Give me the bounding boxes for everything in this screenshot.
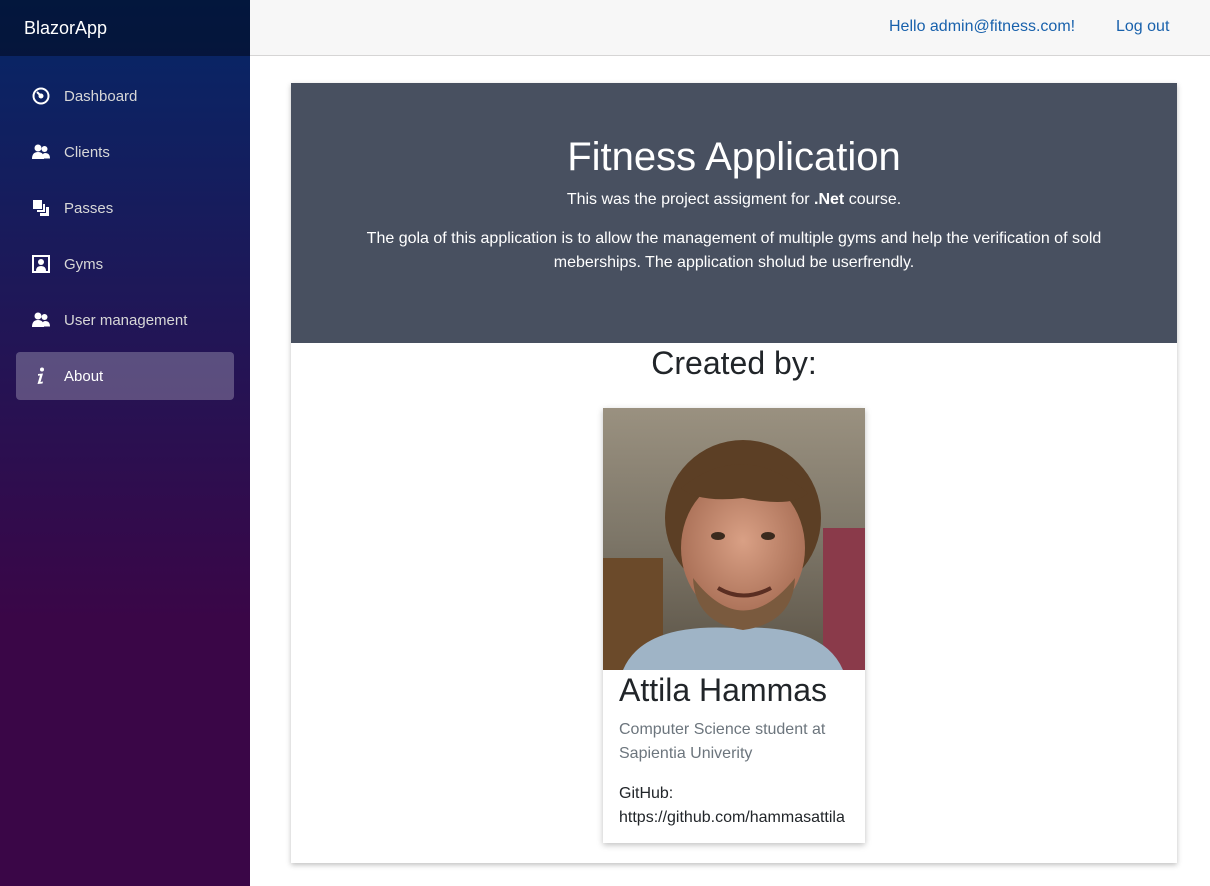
nav-item-about[interactable]: About <box>16 352 234 400</box>
logout-link[interactable]: Log out <box>1116 18 1169 36</box>
hero-description: This was the project assigment for .Net … <box>291 191 1177 209</box>
person-name: Attila Hammas <box>619 672 828 708</box>
hero-line1-post: course. <box>844 191 902 208</box>
nav-item-label: Passes <box>64 199 114 217</box>
person-subtitle: Computer Science student at Sapientia Un… <box>619 721 826 762</box>
hero-line1-pre: This was the project assigment for <box>566 191 815 208</box>
nav-item-passes[interactable]: Passes <box>16 184 234 232</box>
nav-item-clients[interactable]: Clients <box>16 128 234 176</box>
nav-item-user-management[interactable]: User management <box>16 296 234 344</box>
people-icon <box>32 143 50 161</box>
nav-item-label: About <box>64 367 104 385</box>
profile-photo <box>603 408 865 670</box>
nav-item-dashboard[interactable]: Dashboard <box>16 72 234 120</box>
hero-line1-bold: .Net <box>814 191 845 208</box>
sidebar: BlazorApp Dashboard Clients Passes Gyms <box>0 0 250 886</box>
person-card: Attila Hammas Computer Science student a… <box>603 408 865 843</box>
nav-item-gyms[interactable]: Gyms <box>16 240 234 288</box>
page-title: Fitness Application <box>567 135 901 179</box>
top-bar: Hello admin@fitness.com! Log out <box>250 0 1210 56</box>
hello-user-link[interactable]: Hello admin@fitness.com! <box>889 18 1075 36</box>
info-icon <box>32 367 50 385</box>
nav-item-label: Dashboard <box>64 87 138 105</box>
location-icon <box>32 255 50 273</box>
layers-icon <box>32 199 50 217</box>
people-icon <box>32 311 50 329</box>
nav-item-label: User management <box>64 311 188 329</box>
about-card: Fitness Application This was the project… <box>291 83 1177 863</box>
person-github: GitHub: https://github.com/hammasattila <box>619 785 845 826</box>
nav-item-label: Gyms <box>64 255 104 273</box>
brand-title[interactable]: BlazorApp <box>24 18 107 39</box>
hero-goal-text: The gola of this application is to allow… <box>366 230 1102 271</box>
created-by-heading: Created by: <box>651 345 817 381</box>
dashboard-icon <box>32 87 50 105</box>
nav-menu: Dashboard Clients Passes Gyms User manag… <box>0 56 250 400</box>
brand-bar: BlazorApp <box>0 0 250 56</box>
nav-item-label: Clients <box>64 143 110 161</box>
hero-banner: Fitness Application This was the project… <box>291 83 1177 343</box>
